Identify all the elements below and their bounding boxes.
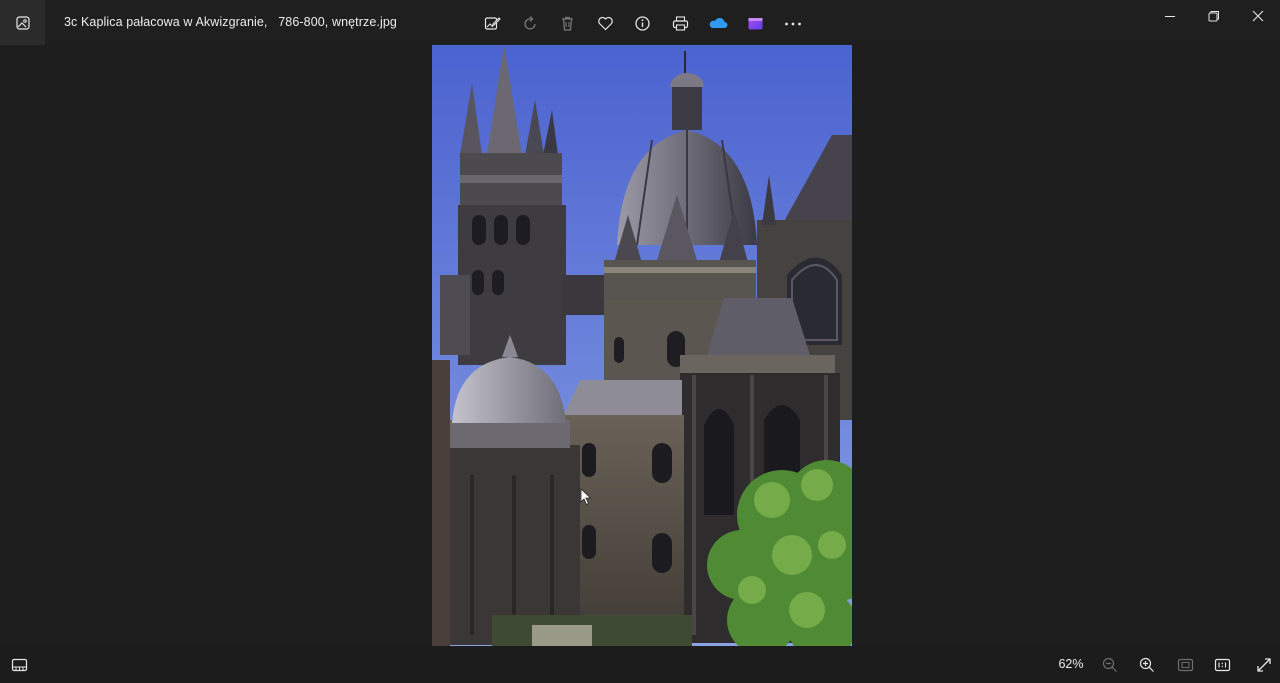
zoom-in-button[interactable]: [1133, 651, 1161, 679]
actual-size-icon: [1214, 658, 1230, 672]
restore-icon: [1208, 11, 1219, 22]
fit-to-window-button[interactable]: [1171, 651, 1199, 679]
more-icon: [784, 22, 801, 25]
minimize-icon: [1165, 16, 1175, 17]
zoom-in-icon: [1139, 657, 1154, 672]
edit-image-button[interactable]: [474, 9, 512, 37]
fit-to-window-icon: [1177, 658, 1193, 672]
clipchamp-icon: [748, 17, 763, 29]
print-button[interactable]: [662, 9, 700, 37]
info-icon: [635, 15, 650, 31]
rotate-button[interactable]: [512, 9, 550, 37]
photos-app-window: 3c Kaplica pałacowa w Akwizgranie, 786-8…: [0, 0, 1280, 683]
image-toolbar: [474, 9, 812, 37]
rotate-icon: [524, 15, 536, 29]
minimize-button[interactable]: [1148, 0, 1192, 32]
delete-icon: [562, 16, 574, 31]
zoom-level: 62%: [1058, 657, 1084, 671]
onedrive-button[interactable]: [699, 9, 737, 37]
window-controls: [1148, 0, 1280, 32]
restore-button[interactable]: [1192, 0, 1236, 32]
photos-app-icon: [15, 15, 30, 30]
cathedral-photo-illustration: [432, 45, 852, 646]
print-icon: [672, 15, 688, 31]
more-options-button[interactable]: [774, 9, 812, 37]
app-icon-button[interactable]: [0, 0, 45, 45]
displayed-photo[interactable]: [432, 45, 852, 646]
fullscreen-icon: [1257, 658, 1271, 672]
delete-button[interactable]: [549, 9, 587, 37]
window-title: 3c Kaplica pałacowa w Akwizgranie, 786-8…: [64, 15, 397, 29]
favorite-icon: [597, 16, 613, 30]
filmstrip-icon: [11, 658, 27, 672]
clipchamp-button[interactable]: [737, 9, 775, 37]
actual-size-button[interactable]: [1208, 651, 1236, 679]
fullscreen-button[interactable]: [1250, 651, 1278, 679]
zoom-out-button[interactable]: [1096, 651, 1124, 679]
bottom-bar: 62%: [0, 646, 1280, 683]
zoom-out-icon: [1102, 657, 1117, 672]
title-bar: 3c Kaplica pałacowa w Akwizgranie, 786-8…: [0, 0, 1280, 45]
close-icon: [1252, 10, 1264, 22]
favorite-button[interactable]: [587, 9, 625, 37]
mouse-pointer-icon: [580, 488, 592, 506]
edit-image-icon: [485, 16, 502, 30]
close-button[interactable]: [1236, 0, 1280, 32]
info-button[interactable]: [624, 9, 662, 37]
image-canvas[interactable]: [0, 45, 1280, 646]
onedrive-icon: [709, 17, 728, 28]
filmstrip-button[interactable]: [4, 650, 34, 680]
